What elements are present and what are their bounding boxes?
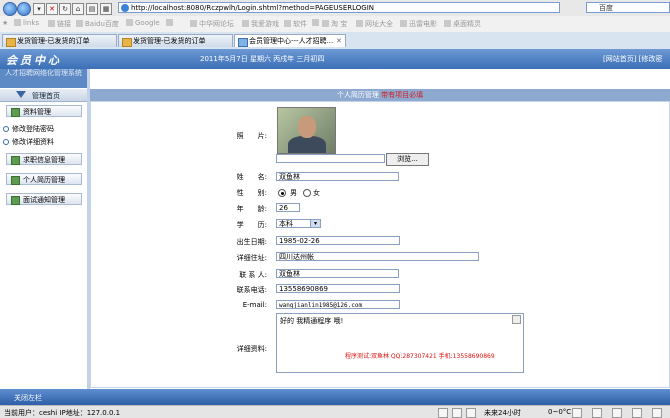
- menu-icon: [11, 196, 20, 205]
- birthday-label: 出生日期:: [236, 238, 267, 246]
- close-sidebar-link[interactable]: 关闭左栏: [14, 393, 42, 403]
- gender-female-label: 女: [313, 189, 320, 197]
- arrow-down-icon: [16, 91, 26, 98]
- profile-photo: [277, 107, 336, 154]
- page-footer: 关闭左栏: [0, 389, 670, 405]
- sidebar-item-change-password[interactable]: 修改登陆密码: [3, 124, 54, 134]
- favorite-item[interactable]: 中华网论坛: [190, 19, 234, 29]
- tab-favicon-icon: [122, 38, 132, 47]
- sidebar-item-job-info[interactable]: 求职信息管理: [6, 153, 82, 165]
- phone-field[interactable]: 13558690869: [276, 284, 400, 293]
- favorite-item[interactable]: 淘 宝: [322, 19, 347, 29]
- sidebar-item-interview[interactable]: 面试通知管理: [6, 193, 82, 205]
- contact-field[interactable]: 双鱼林: [276, 269, 399, 278]
- page-favicon-icon: [121, 4, 129, 12]
- name-field[interactable]: 双鱼林: [276, 172, 399, 181]
- age-field[interactable]: 26: [276, 203, 300, 212]
- email-field[interactable]: wangjianlin1985@126.com: [276, 300, 400, 309]
- sidebar: 人才招聘网络化管理系统 管理首页 资料管理 修改登陆密码 修改详细资料 求职信息…: [0, 69, 87, 389]
- gender-female-radio[interactable]: [303, 189, 311, 197]
- favorite-item[interactable]: 软件: [284, 19, 307, 29]
- scrollbar-icon[interactable]: [512, 315, 521, 324]
- gender-male-label: 男: [290, 189, 297, 197]
- stop-icon[interactable]: ✕: [46, 3, 58, 15]
- page-icon[interactable]: ▦: [100, 3, 112, 15]
- signature-text: 程序测试:双鱼林 QQ:287307421 手机:13558690869: [345, 353, 495, 360]
- menu-icon: [11, 176, 20, 185]
- temperature: 0~0°C: [548, 408, 572, 416]
- search-input[interactable]: 百度: [586, 2, 670, 13]
- favorite-item[interactable]: [166, 19, 175, 27]
- site-name: 人才招聘网络化管理系统: [0, 69, 87, 88]
- favorite-item[interactable]: 迅雷电影: [400, 19, 437, 29]
- favorite-item[interactable]: 桌面精灵: [444, 19, 481, 29]
- favorite-item[interactable]: Google: [126, 19, 160, 27]
- phone-label: 联系电话:: [236, 286, 267, 294]
- page-header: 会员中心 2011年5月7日 星期六 丙戌年 三月初四 [网站首页] [修改密: [0, 49, 670, 69]
- favorite-item[interactable]: [312, 19, 321, 27]
- birthday-field[interactable]: 1985-02-26: [276, 236, 400, 245]
- details-textarea[interactable]: 好的 我精通程序 哦! 程序测试:双鱼林 QQ:287307421 手机:135…: [276, 313, 524, 373]
- browse-button[interactable]: 浏览...: [386, 153, 429, 166]
- close-icon[interactable]: ✕: [336, 35, 342, 47]
- logo: 会员中心: [6, 54, 62, 67]
- date-display: 2011年5月7日 星期六 丙戌年 三月初四: [200, 55, 325, 63]
- favorite-item[interactable]: 网址大全: [356, 19, 393, 29]
- favorite-item[interactable]: 链接: [48, 19, 71, 29]
- chevron-down-icon[interactable]: ▾: [310, 220, 320, 227]
- favorite-item[interactable]: Baidu百度: [76, 19, 119, 29]
- browser-tab-active[interactable]: 会员管理中心---人才招聘... ✕: [234, 34, 346, 47]
- name-label: 姓 名:: [236, 173, 267, 181]
- gender-label: 性 别:: [236, 189, 267, 197]
- print-icon[interactable]: ▤: [86, 3, 98, 15]
- contact-label: 联 系 人:: [239, 271, 267, 279]
- address-label: 详细住址:: [236, 254, 267, 262]
- details-label: 详细资料:: [236, 345, 267, 353]
- forward-icon[interactable]: [17, 2, 31, 16]
- status-bar: 当前用户：ceshi IP地址：127.0.0.1 未来24小时 0~0°C: [0, 405, 670, 418]
- education-select[interactable]: 本科 ▾: [276, 219, 321, 228]
- menu-icon: [11, 108, 20, 117]
- required-note: 带有项目必填: [381, 91, 424, 99]
- dropdown-icon[interactable]: ▾: [33, 3, 45, 15]
- refresh-icon[interactable]: ↻: [59, 3, 71, 15]
- favorites-star-icon[interactable]: ★: [2, 19, 8, 27]
- back-icon[interactable]: [3, 2, 17, 16]
- favorite-item[interactable]: links: [14, 19, 39, 27]
- home-link[interactable]: 管理首页: [0, 89, 87, 102]
- sidebar-item-profile[interactable]: 资料管理: [6, 105, 82, 117]
- sidebar-item-edit-details[interactable]: 修改详细资料: [3, 137, 54, 147]
- home-icon[interactable]: ⌂: [72, 3, 84, 15]
- gender-male-radio[interactable]: [278, 189, 286, 197]
- header-links[interactable]: [网站首页] [修改密: [603, 54, 662, 64]
- browser-tab[interactable]: 发货管理-已发货的订单: [118, 34, 233, 47]
- education-label: 学 历:: [236, 221, 267, 229]
- tab-bar: 发货管理-已发货的订单 发货管理-已发货的订单 会员管理中心---人才招聘...…: [0, 32, 670, 50]
- age-label: 年 龄:: [236, 205, 267, 213]
- browser-tab[interactable]: 发货管理-已发货的订单: [2, 34, 117, 47]
- favorite-item[interactable]: 我爱游戏: [242, 19, 279, 29]
- email-label: E-mail:: [242, 301, 267, 309]
- form-title: 个人简历管理 带有项目必填: [90, 89, 670, 101]
- url-input[interactable]: http://localhost:8080/Rczpwlh/Login.shtm…: [118, 2, 560, 13]
- menu-icon: [11, 156, 20, 165]
- favorites-bar: ★ links 链接 Baidu百度 Google 中华网论坛 我爱游戏 软件 …: [0, 16, 670, 33]
- photo-file-input[interactable]: [276, 154, 385, 163]
- address-bar: ▾ ✕ ↻ ⌂ ▤ ▦ http://localhost:8080/Rczpwl…: [0, 0, 670, 17]
- address-field[interactable]: 四川达州帐: [276, 252, 479, 261]
- tab-favicon-icon: [238, 38, 248, 47]
- tab-favicon-icon: [6, 38, 16, 47]
- photo-label: 照 片:: [236, 132, 267, 140]
- sidebar-item-resume[interactable]: 个人简历管理: [6, 173, 82, 185]
